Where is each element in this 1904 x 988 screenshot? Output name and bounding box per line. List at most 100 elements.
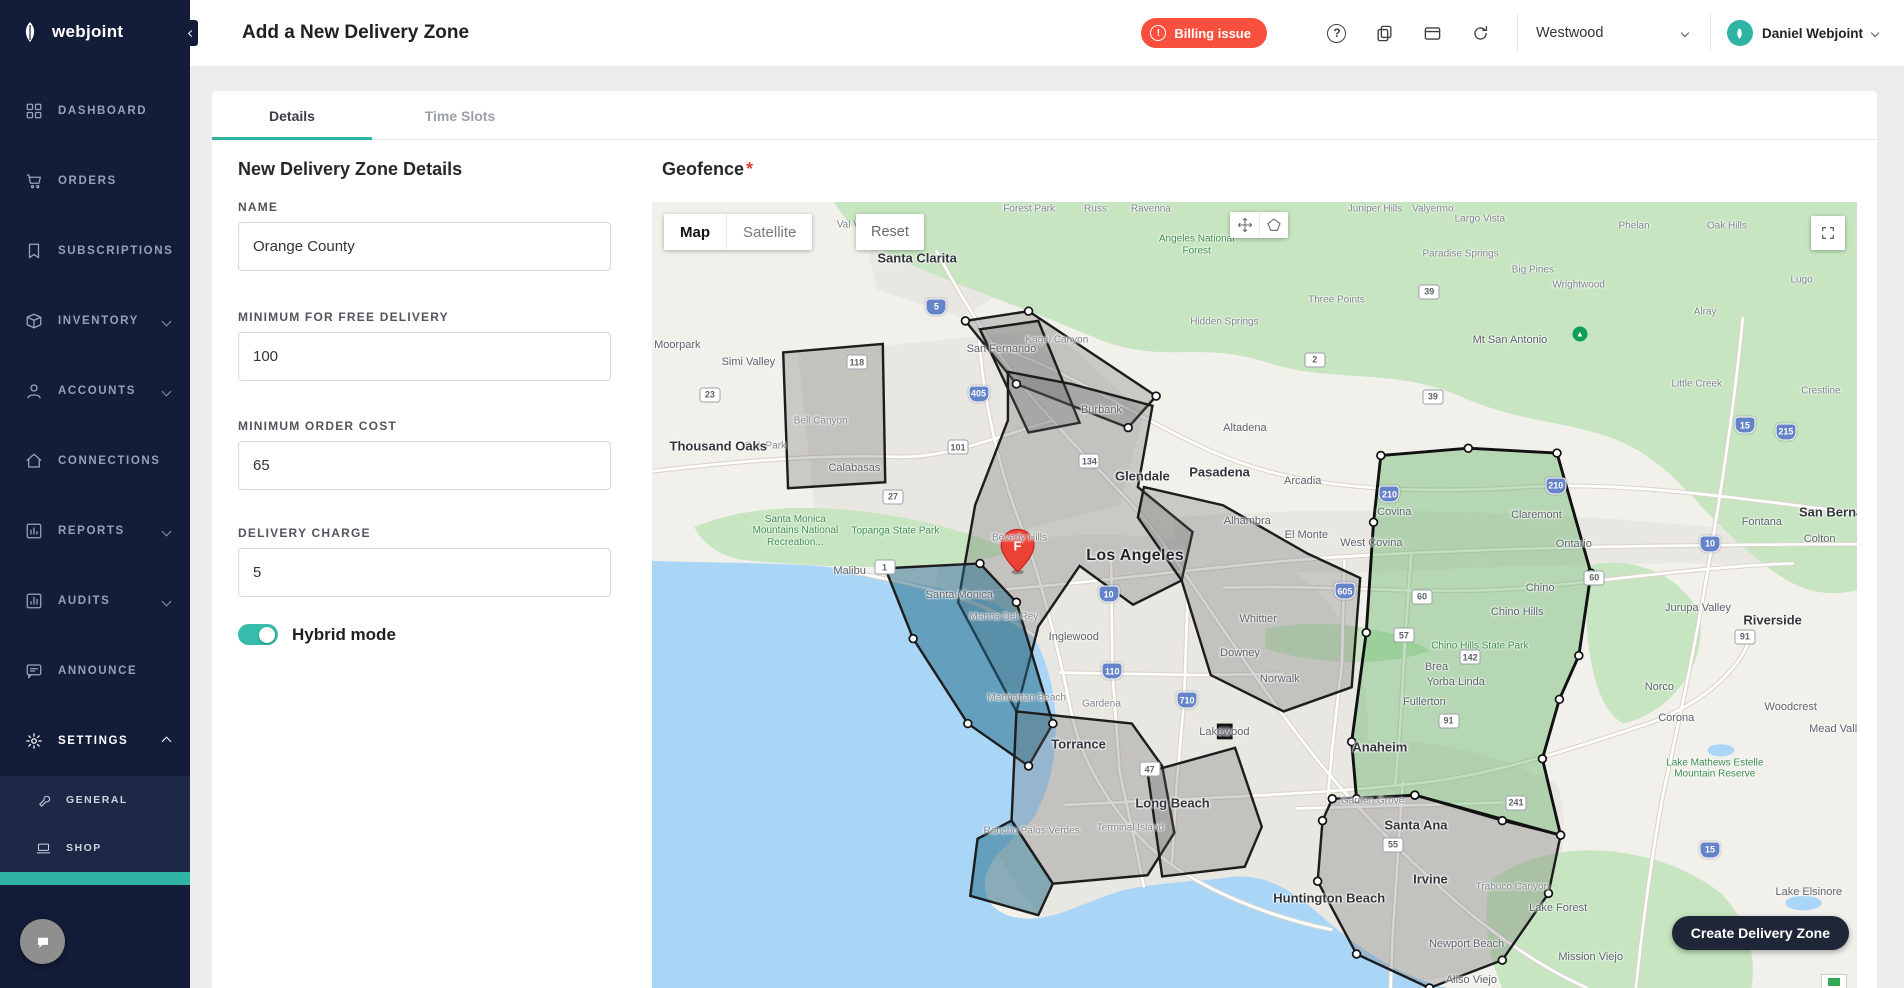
- toggle-knob: [259, 627, 275, 643]
- zone-vertex-dot[interactable]: [1377, 452, 1385, 460]
- form-section-title: New Delivery Zone Details: [238, 159, 462, 180]
- geofence-map[interactable]: F Val VerdeRussForest ParkRavennaJuniper…: [652, 202, 1857, 988]
- zone-vertex-dot[interactable]: [1353, 950, 1361, 958]
- zone-vertex-dot[interactable]: [1013, 598, 1021, 606]
- min-order-cost-input[interactable]: [238, 441, 611, 490]
- chat-icon: [33, 932, 53, 952]
- divider: [1517, 14, 1518, 52]
- sidebar-subitem-general[interactable]: GENERAL: [0, 776, 190, 824]
- tab-time-slots[interactable]: Time Slots: [372, 91, 548, 140]
- billing-card-button[interactable]: [1415, 15, 1451, 51]
- box-icon: [24, 312, 43, 331]
- name-input[interactable]: [238, 222, 611, 271]
- zone-vertex-dot[interactable]: [1152, 392, 1160, 400]
- zone-vertex-dot[interactable]: [1370, 518, 1378, 526]
- sidebar-collapse-button[interactable]: [182, 20, 198, 46]
- zone-polygon[interactable]: [783, 344, 885, 488]
- zone-vertex-dot[interactable]: [1464, 444, 1472, 452]
- pan-tool-button[interactable]: [1230, 212, 1259, 238]
- refresh-button[interactable]: [1463, 15, 1499, 51]
- zone-vertex-dot[interactable]: [1545, 890, 1553, 898]
- sidebar-item-label: ORDERS: [58, 175, 117, 187]
- leaf-logo-icon: [1733, 27, 1746, 40]
- sidebar-item-label: ANNOUNCE: [58, 665, 137, 677]
- sidebar-item-accounts[interactable]: ACCOUNTS: [0, 356, 190, 426]
- zone-vertex-dot[interactable]: [1328, 795, 1336, 803]
- sidebar-item-orders[interactable]: ORDERS: [0, 146, 190, 216]
- alert-icon: !: [1150, 25, 1166, 41]
- sidebar-item-label: DASHBOARD: [58, 105, 147, 117]
- zone-vertex-dot[interactable]: [1498, 817, 1506, 825]
- sidebar-item-label: SUBSCRIPTIONS: [58, 245, 173, 257]
- zone-vertex-dot[interactable]: [1124, 424, 1132, 432]
- zone-vertex-dot[interactable]: [1314, 877, 1322, 885]
- hybrid-mode-row: Hybrid mode: [238, 624, 396, 645]
- zone-vertex-dot[interactable]: [1319, 817, 1327, 825]
- pages-button[interactable]: [1367, 15, 1403, 51]
- delivery-charge-input[interactable]: [238, 548, 611, 597]
- sidebar-item-dashboard[interactable]: DASHBOARD: [0, 76, 190, 146]
- zone-vertex-dot[interactable]: [1539, 755, 1547, 763]
- sidebar-item-reports[interactable]: REPORTS: [0, 496, 190, 566]
- billing-issue-label: Billing issue: [1174, 26, 1251, 41]
- map-reset-button[interactable]: Reset: [856, 214, 924, 250]
- zone-vertex-dot[interactable]: [1353, 795, 1361, 803]
- zone-vertex-dot[interactable]: [881, 564, 889, 572]
- zone-vertex-dot[interactable]: [1411, 791, 1419, 799]
- help-button[interactable]: ?: [1319, 15, 1355, 51]
- map-zoom-control[interactable]: [1821, 974, 1847, 988]
- hybrid-mode-toggle[interactable]: [238, 624, 278, 645]
- sidebar-item-audits[interactable]: AUDITS: [0, 566, 190, 636]
- map-view-button[interactable]: Map: [664, 214, 726, 250]
- zone-vertex-dot[interactable]: [1362, 629, 1370, 637]
- sidebar-item-subscriptions[interactable]: SUBSCRIPTIONS: [0, 216, 190, 286]
- cart-icon: [24, 172, 43, 191]
- brand-logo[interactable]: webjoint: [0, 0, 190, 64]
- zone-vertex-square[interactable]: [1218, 725, 1231, 738]
- tab-details[interactable]: Details: [212, 91, 372, 140]
- zone-vertex-dot[interactable]: [1348, 738, 1356, 746]
- home-icon: [24, 452, 43, 471]
- credit-card-icon: [1423, 24, 1442, 43]
- location-select[interactable]: Westwood: [1530, 13, 1698, 53]
- zone-vertex-dot[interactable]: [1557, 831, 1565, 839]
- zone-vertex-dot[interactable]: [1587, 569, 1595, 577]
- sidebar-item-label: SETTINGS: [58, 735, 128, 747]
- user-menu[interactable]: Daniel Webjoint: [1723, 20, 1882, 46]
- chevron-down-icon: [1681, 29, 1689, 37]
- sidebar-item-connections[interactable]: CONNECTIONS: [0, 426, 190, 496]
- satellite-view-button[interactable]: Satellite: [726, 214, 812, 250]
- zone-vertex-dot[interactable]: [1025, 307, 1033, 315]
- dashboard-icon: [24, 102, 43, 121]
- sidebar-item-inventory[interactable]: INVENTORY: [0, 286, 190, 356]
- sidebar-subitem-partial-highlight[interactable]: [0, 872, 190, 885]
- zone-vertex-dot[interactable]: [1553, 449, 1561, 457]
- zone-vertex-dot[interactable]: [1013, 380, 1021, 388]
- hybrid-mode-label: Hybrid mode: [292, 625, 396, 645]
- sidebar-item-settings[interactable]: SETTINGS: [0, 706, 190, 776]
- zone-vertex-dot[interactable]: [962, 317, 970, 325]
- sidebar-item-label: AUDITS: [58, 595, 110, 607]
- zone-vertex-dot[interactable]: [1426, 984, 1434, 988]
- billing-issue-badge[interactable]: ! Billing issue: [1141, 18, 1267, 48]
- draw-polygon-tool-button[interactable]: [1259, 212, 1288, 238]
- chevron-down-icon: [162, 386, 172, 396]
- zone-vertex-dot[interactable]: [1025, 762, 1033, 770]
- zone-vertex-dot[interactable]: [1575, 652, 1583, 660]
- chat-widget-button[interactable]: [20, 919, 65, 964]
- zone-vertex-dot[interactable]: [976, 560, 984, 568]
- zone-vertex-dot[interactable]: [1498, 956, 1506, 964]
- zoom-glyph: [1828, 978, 1840, 986]
- zone-vertex-dot[interactable]: [964, 720, 972, 728]
- sidebar-item-label: ACCOUNTS: [58, 385, 136, 397]
- sidebar-subitem-shop[interactable]: SHOP: [0, 824, 190, 872]
- settings-submenu: GENERAL SHOP: [0, 776, 190, 885]
- bar-chart-icon: [24, 522, 43, 541]
- zone-vertex-dot[interactable]: [1049, 720, 1057, 728]
- create-delivery-zone-button[interactable]: Create Delivery Zone: [1672, 916, 1849, 950]
- sidebar-item-announce[interactable]: ANNOUNCE: [0, 636, 190, 706]
- zone-vertex-dot[interactable]: [1556, 695, 1564, 703]
- map-fullscreen-button[interactable]: [1811, 216, 1845, 250]
- zone-vertex-dot[interactable]: [909, 635, 917, 643]
- min-free-delivery-input[interactable]: [238, 332, 611, 381]
